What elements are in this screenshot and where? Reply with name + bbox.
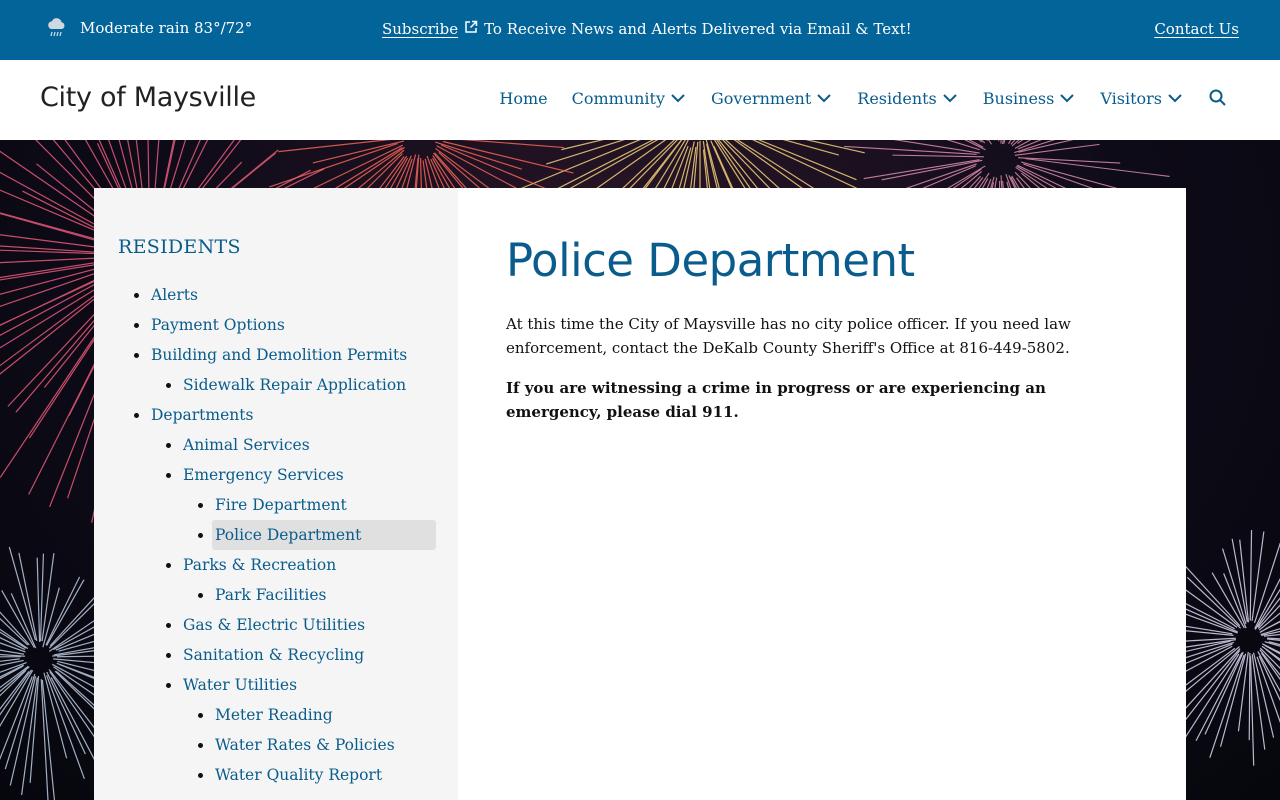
nav-label: Residents: [857, 88, 937, 108]
sidebar-item-label: Fire Department: [215, 496, 347, 514]
sidebar-item-emergency-services[interactable]: Emergency Services: [94, 460, 458, 490]
sidebar-item-label: Water Utilities: [183, 676, 298, 694]
main-nav: Home Community Government Residents Busi…: [475, 88, 1228, 108]
sidebar-item-payment-options[interactable]: Payment Options: [94, 310, 458, 340]
contact-us-link[interactable]: Contact Us: [1154, 20, 1239, 38]
subscribe-text: To Receive News and Alerts Delivered via…: [484, 20, 912, 38]
sidebar-item-parks-and-recreation[interactable]: Parks & Recreation: [94, 550, 458, 580]
sidebar-item-label: Animal Services: [183, 436, 310, 454]
weather-text: Moderate rain 83°/72°: [80, 19, 253, 37]
nav-item-community[interactable]: Community: [572, 89, 687, 108]
nav-item-visitors[interactable]: Visitors: [1100, 89, 1184, 108]
nav-item-residents[interactable]: Residents: [857, 89, 959, 108]
sidebar-item-gas-and-electric-utilities[interactable]: Gas & Electric Utilities: [94, 610, 458, 640]
chevron-down-icon: [1060, 94, 1075, 103]
sidebar-item-alerts[interactable]: Alerts: [94, 280, 458, 310]
subscribe-link[interactable]: Subscribe: [382, 20, 458, 38]
sidebar-item-water-utilities[interactable]: Water Utilities: [94, 670, 458, 700]
chevron-down-icon: [943, 94, 957, 103]
sidebar-item-label: Water Quality Report: [215, 766, 383, 784]
sidebar-item-park-facilities[interactable]: Park Facilities: [94, 580, 458, 610]
sidebar-item-meter-reading[interactable]: Meter Reading: [94, 700, 458, 730]
sidebar-item-label: Park Facilities: [215, 586, 327, 604]
sidebar-item-label: Emergency Services: [183, 466, 344, 484]
sidebar-nav: Alerts Payment Options Building and Demoli…: [94, 280, 458, 790]
nav-item-home[interactable]: Home: [499, 89, 547, 108]
site-title[interactable]: City of Maysville: [40, 82, 256, 113]
subscribe-banner: Subscribe To Receive News and Alerts Del…: [382, 20, 912, 38]
nav-label: Government: [711, 88, 812, 108]
sidebar-item-label: Meter Reading: [215, 706, 333, 724]
alert-bar: Moderate rain 83°/72° Subscribe To Recei…: [0, 0, 1280, 60]
sidebar-item-police-department[interactable]: Police Department: [94, 520, 458, 550]
nav-label: Business: [982, 88, 1055, 108]
info-paragraph: At this time the City of Maysville has n…: [506, 315, 1071, 357]
nav-label: Community: [571, 88, 666, 108]
sidebar-item-label: Building and Demolition Permits: [151, 346, 408, 364]
sidebar-item-label: Gas & Electric Utilities: [183, 616, 366, 634]
sidebar-item-animal-services[interactable]: Animal Services: [94, 430, 458, 460]
nav-item-business[interactable]: Business: [983, 89, 1077, 108]
sidebar-item-sidewalk-repair-application[interactable]: Sidewalk Repair Application: [94, 370, 458, 400]
sidebar-item-label: Sanitation & Recycling: [183, 646, 365, 664]
sidebar-item-water-rates-and-policies[interactable]: Water Rates & Policies: [94, 730, 458, 760]
weather-widget: Moderate rain 83°/72°: [46, 17, 252, 39]
sidebar-item-label: Payment Options: [151, 316, 285, 334]
nav-item-government[interactable]: Government: [711, 89, 833, 108]
page-title: Police Department: [506, 234, 915, 287]
sidebar-item-label: Alerts: [151, 286, 198, 304]
sidebar-item-sanitation-and-recycling[interactable]: Sanitation & Recycling: [94, 640, 458, 670]
chevron-down-icon: [1168, 94, 1182, 103]
site-header: City of Maysville Home Community Governm…: [0, 60, 1280, 140]
chevron-down-icon: [671, 94, 685, 103]
sidebar-item-label: Water Rates & Policies: [215, 736, 395, 754]
search-icon[interactable]: [1208, 88, 1228, 108]
sidebar-item-departments[interactable]: Departments: [94, 400, 458, 430]
external-link-icon[interactable]: [464, 20, 478, 38]
rain-cloud-icon: [46, 17, 68, 39]
sidebar-item-label: Departments: [151, 406, 254, 424]
main-content: Police Department At this time the City …: [458, 188, 1186, 800]
nav-label: Home: [499, 88, 548, 108]
chevron-down-icon: [817, 94, 831, 103]
sidebar-heading[interactable]: RESIDENTS: [118, 236, 241, 258]
sidebar-item-building-and-demolition-permits[interactable]: Building and Demolition Permits: [94, 340, 458, 370]
sidebar-item-label: Sidewalk Repair Application: [183, 376, 407, 394]
sidebar-item-label: Parks & Recreation: [183, 556, 337, 574]
sidebar: RESIDENTS Alerts Payment Options Building …: [94, 188, 458, 800]
sidebar-item-fire-department[interactable]: Fire Department: [94, 490, 458, 520]
nav-label: Visitors: [1100, 88, 1162, 108]
emergency-paragraph: If you are witnessing a crime in progres…: [506, 379, 1046, 421]
sidebar-item-label: Police Department: [212, 520, 436, 550]
sidebar-item-water-quality-report[interactable]: Water Quality Report: [94, 760, 458, 790]
